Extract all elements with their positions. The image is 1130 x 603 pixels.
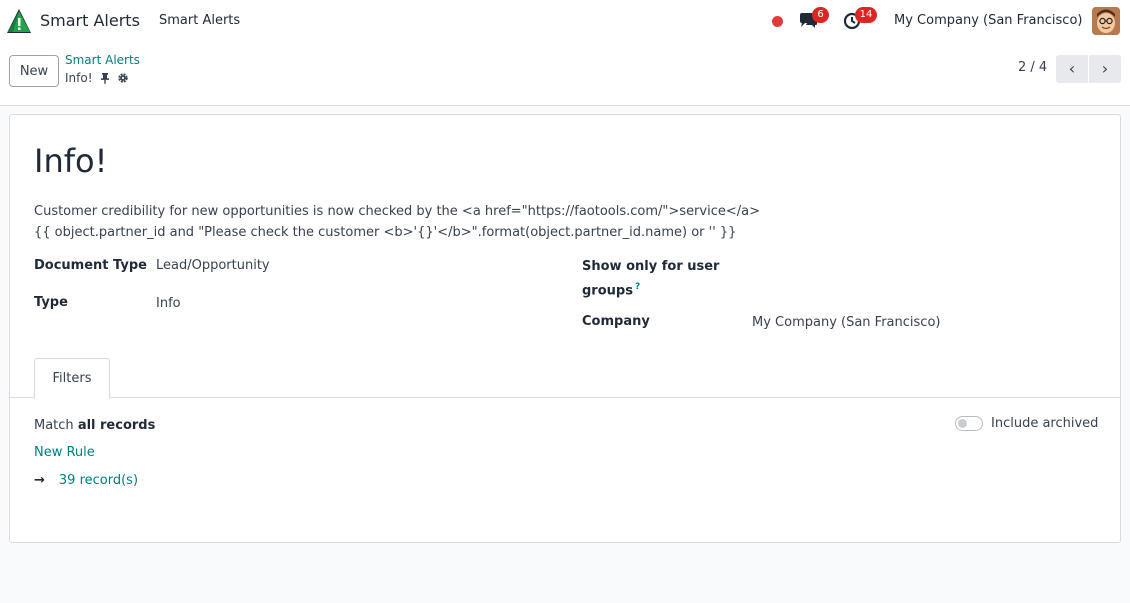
breadcrumb-current: Info! [65, 71, 93, 85]
company-field[interactable]: My Company (San Francisco) [752, 315, 940, 330]
pager-previous-button[interactable]: ‹ [1056, 55, 1088, 83]
notebook-tabs: Filters [10, 358, 1120, 399]
description-line-2: {{ object.partner_id and "Please check t… [34, 225, 737, 240]
breadcrumb-parent[interactable]: Smart Alerts [65, 53, 140, 67]
user-groups-label-text: groups [582, 283, 633, 299]
top-navbar: Smart Alerts Smart Alerts 6 14 My Compan… [0, 0, 1130, 43]
type-field[interactable]: Info [156, 296, 181, 311]
toggle-switch[interactable] [955, 416, 983, 431]
company-label: Company [582, 314, 650, 329]
type-label: Type [34, 295, 68, 310]
records-row: → 39 record(s) [34, 473, 138, 488]
user-groups-label: Show only for user groups? [582, 257, 719, 301]
user-groups-label-line1: Show only for user [582, 259, 720, 274]
domain-match-text: Match all records [34, 418, 155, 433]
gear-icon[interactable] [117, 72, 129, 84]
document-type-label: Document Type [34, 258, 147, 273]
description-line-1: Customer credibility for new opportuniti… [34, 204, 760, 219]
alert-description-field[interactable]: Customer credibility for new opportuniti… [34, 201, 934, 243]
avatar[interactable] [1092, 7, 1120, 35]
toggle-knob [958, 419, 967, 428]
control-panel: New Smart Alerts Info! 2 / 4 ‹ › [0, 43, 1130, 106]
user-groups-label-line2: groups? [582, 277, 719, 301]
pin-icon[interactable] [99, 72, 111, 84]
document-type-field[interactable]: Lead/Opportunity [156, 258, 270, 273]
help-tooltip-icon[interactable]: ? [635, 282, 640, 292]
chevron-right-icon: › [1101, 59, 1109, 78]
tab-filters[interactable]: Filters [34, 358, 110, 399]
company-switcher[interactable]: My Company (San Francisco) [894, 13, 1082, 28]
records-count-link[interactable]: 39 record(s) [59, 473, 138, 488]
pager-value[interactable]: 2 / 4 [1018, 60, 1047, 75]
include-archived-label[interactable]: Include archived [991, 416, 1098, 431]
new-rule-link[interactable]: New Rule [34, 445, 95, 460]
menu-item-smart-alerts[interactable]: Smart Alerts [159, 13, 240, 28]
include-archived-toggle[interactable]: Include archived [955, 416, 1098, 431]
match-all-records[interactable]: all records [78, 418, 156, 433]
arrow-right-icon: → [34, 473, 45, 488]
pager-next-button[interactable]: › [1089, 55, 1121, 83]
form-sheet: Info! Customer credibility for new oppor… [9, 114, 1121, 543]
new-button[interactable]: New [9, 55, 59, 87]
match-prefix: Match [34, 418, 74, 433]
alert-title-field[interactable]: Info! [34, 142, 107, 180]
chevron-left-icon: ‹ [1068, 59, 1076, 78]
avatar-face-icon [1092, 7, 1120, 35]
app-logo-icon[interactable] [6, 8, 32, 34]
activities-badge: 14 [855, 7, 877, 23]
messages-badge: 6 [812, 7, 829, 23]
status-dot-icon[interactable] [772, 16, 783, 27]
breadcrumb: Info! [65, 71, 129, 85]
app-name[interactable]: Smart Alerts [40, 11, 140, 30]
